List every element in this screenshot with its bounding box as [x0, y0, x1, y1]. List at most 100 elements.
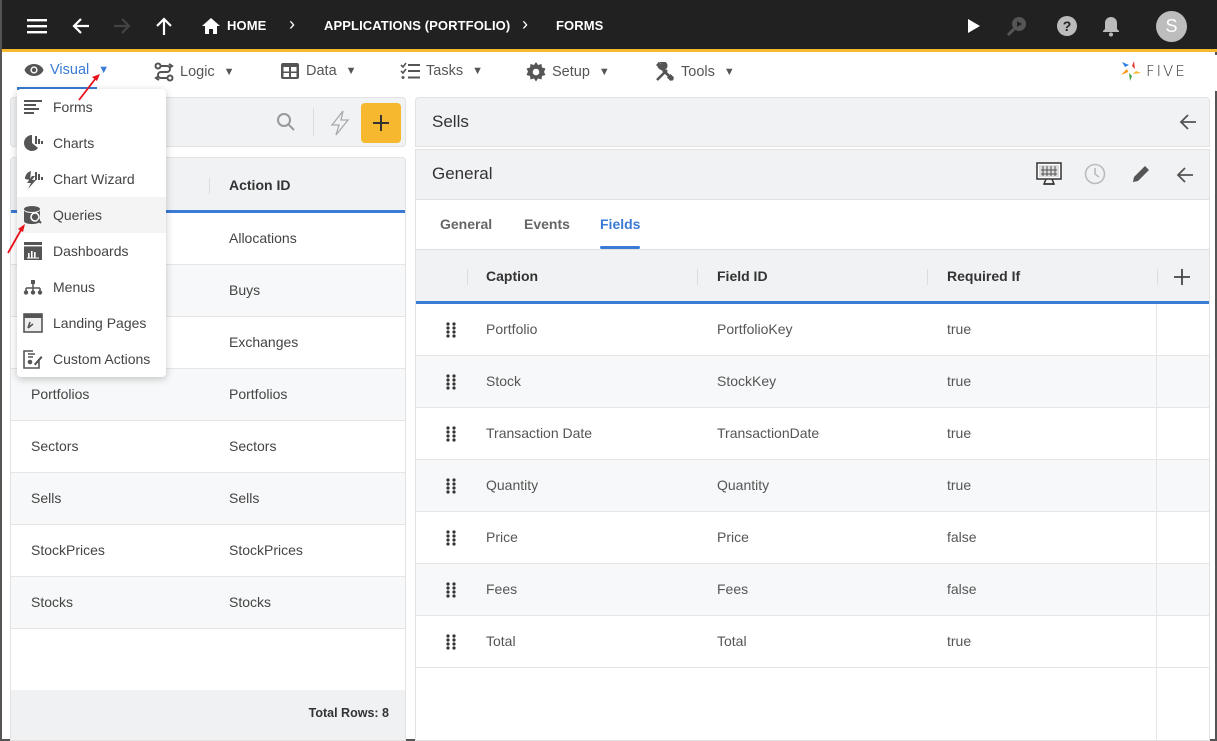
fields-table-header: Caption Field ID Required If: [416, 250, 1209, 304]
cell-required-if: true: [947, 425, 972, 441]
cell-action-id: Stocks: [229, 594, 272, 610]
cell-field-id: Price: [717, 529, 749, 545]
drag-handle-icon[interactable]: [446, 634, 456, 650]
cell-name: StockPrices: [31, 542, 105, 558]
column-header-caption[interactable]: Caption: [486, 268, 538, 284]
form-title: Sells: [432, 112, 469, 131]
dropdown-item-menus[interactable]: Menus: [17, 269, 166, 305]
caret-down-icon: ▼: [345, 65, 357, 77]
table-row[interactable]: Transaction Date TransactionDate true: [416, 408, 1209, 460]
annotation-arrow: [7, 224, 25, 254]
action-column-divider: [1156, 304, 1157, 740]
drag-handle-icon[interactable]: [446, 478, 456, 494]
column-separator: [209, 178, 210, 194]
dropdown-item-chart-wizard[interactable]: Chart Wizard: [17, 161, 166, 197]
cell-caption: Quantity: [486, 477, 539, 493]
search-run-icon[interactable]: [1005, 14, 1029, 38]
table-row[interactable]: Price Price false: [416, 512, 1209, 564]
column-header-action-id[interactable]: Action ID: [229, 177, 290, 193]
fields-table-body: Portfolio PortfolioKey true Stock StockK…: [416, 304, 1209, 668]
menu-tasks[interactable]: Tasks ▼: [400, 62, 483, 80]
breadcrumb-home[interactable]: HOME: [227, 18, 266, 33]
table-row[interactable]: StockPrices StockPrices: [11, 525, 405, 577]
hamburger-menu-icon[interactable]: [25, 14, 49, 38]
table-row[interactable]: Sells Sells: [11, 473, 405, 525]
forward-arrow-icon[interactable]: [110, 14, 134, 38]
column-header-required-if[interactable]: Required If: [947, 268, 1020, 284]
dropdown-item-charts[interactable]: Charts: [17, 125, 166, 161]
back-arrow-icon[interactable]: [69, 14, 93, 38]
menu-tools[interactable]: Tools ▼: [655, 62, 735, 82]
help-icon[interactable]: ?: [1055, 14, 1079, 38]
forms-icon: [23, 97, 43, 117]
form-preview-icon[interactable]: [1036, 162, 1062, 191]
cell-required-if: true: [947, 373, 972, 389]
bell-icon[interactable]: [1099, 14, 1123, 38]
tab-general[interactable]: General: [440, 216, 492, 232]
table-row[interactable]: Stock StockKey true: [416, 356, 1209, 408]
drag-handle-icon[interactable]: [446, 582, 456, 598]
annotation-arrow: [78, 74, 100, 101]
table-row[interactable]: Portfolio PortfolioKey true: [416, 304, 1209, 356]
menu-data[interactable]: Data ▼: [280, 62, 357, 80]
table-row[interactable]: Quantity Quantity true: [416, 460, 1209, 512]
cell-action-id: Allocations: [229, 230, 297, 246]
dropdown-item-label: Chart Wizard: [53, 171, 135, 187]
dropdown-item-label: Charts: [53, 135, 95, 151]
home-icon[interactable]: [199, 14, 223, 38]
menu-logic[interactable]: Logic ▼: [154, 62, 235, 82]
column-header-field-id[interactable]: Field ID: [717, 268, 768, 284]
section-header: General: [416, 150, 1209, 200]
add-button[interactable]: [361, 103, 401, 143]
edit-pencil-icon[interactable]: [1131, 164, 1151, 189]
cell-action-id: Sells: [229, 490, 260, 506]
drag-handle-icon[interactable]: [446, 374, 456, 390]
breadcrumb-forms[interactable]: FORMS: [556, 18, 603, 33]
dropdown-item-queries[interactable]: Queries: [17, 197, 166, 233]
tab-events[interactable]: Events: [524, 216, 570, 232]
dropdown-item-dashboards[interactable]: Dashboards: [17, 233, 166, 269]
dropdown-item-label: Queries: [53, 207, 103, 223]
form-header: Sells: [415, 97, 1210, 147]
drag-handle-icon[interactable]: [446, 322, 456, 338]
menu-tree-icon: [23, 277, 43, 297]
table-row[interactable]: Total Total true: [416, 616, 1209, 668]
table-row[interactable]: Fees Fees false: [416, 564, 1209, 616]
caret-down-icon: ▼: [598, 66, 610, 78]
drag-handle-icon[interactable]: [446, 530, 456, 546]
cell-required-if: true: [947, 633, 972, 649]
lightning-icon[interactable]: [329, 110, 351, 141]
five-logo-icon: [1121, 61, 1141, 81]
table-row[interactable]: Stocks Stocks: [11, 577, 405, 629]
gear-icon: [526, 62, 546, 82]
visual-dropdown-menu: Forms Charts Chart Wizard Queries Dashbo…: [17, 89, 166, 377]
back-arrow-icon[interactable]: [1179, 113, 1197, 136]
dropdown-item-label: Menus: [53, 279, 96, 295]
breadcrumb-applications[interactable]: APPLICATIONS (PORTFOLIO): [324, 18, 510, 33]
back-arrow-icon[interactable]: [1176, 166, 1194, 189]
search-icon[interactable]: [276, 112, 296, 137]
caret-down-icon: ▼: [472, 65, 483, 77]
total-rows-label: Total Rows: 8: [308, 706, 389, 720]
tools-icon: [656, 62, 675, 82]
cell-action-id: Buys: [229, 282, 261, 298]
cell-name: Sectors: [31, 438, 79, 454]
section-title: General: [432, 164, 493, 183]
play-icon[interactable]: [962, 14, 986, 38]
tab-fields[interactable]: Fields: [600, 216, 640, 232]
cell-required-if: true: [947, 321, 972, 337]
breadcrumb-separator: ›: [522, 14, 528, 34]
table-row[interactable]: Sectors Sectors: [11, 421, 405, 473]
dropdown-item-landing-pages[interactable]: Landing Pages: [17, 305, 166, 341]
up-arrow-icon[interactable]: [152, 14, 176, 38]
dropdown-item-custom-actions[interactable]: Custom Actions: [17, 341, 166, 377]
active-tab-indicator: [600, 246, 640, 249]
cell-caption: Total: [486, 633, 516, 649]
form-detail-card: General General Events Fields Caption Fi…: [415, 149, 1210, 741]
drag-handle-icon[interactable]: [446, 426, 456, 442]
user-avatar[interactable]: S: [1156, 11, 1187, 42]
menu-setup[interactable]: Setup ▼: [526, 62, 610, 82]
app-window: HOME › APPLICATIONS (PORTFOLIO) › FORMS …: [0, 0, 1217, 741]
add-field-icon[interactable]: [1174, 269, 1190, 288]
history-clock-icon[interactable]: [1084, 163, 1106, 190]
